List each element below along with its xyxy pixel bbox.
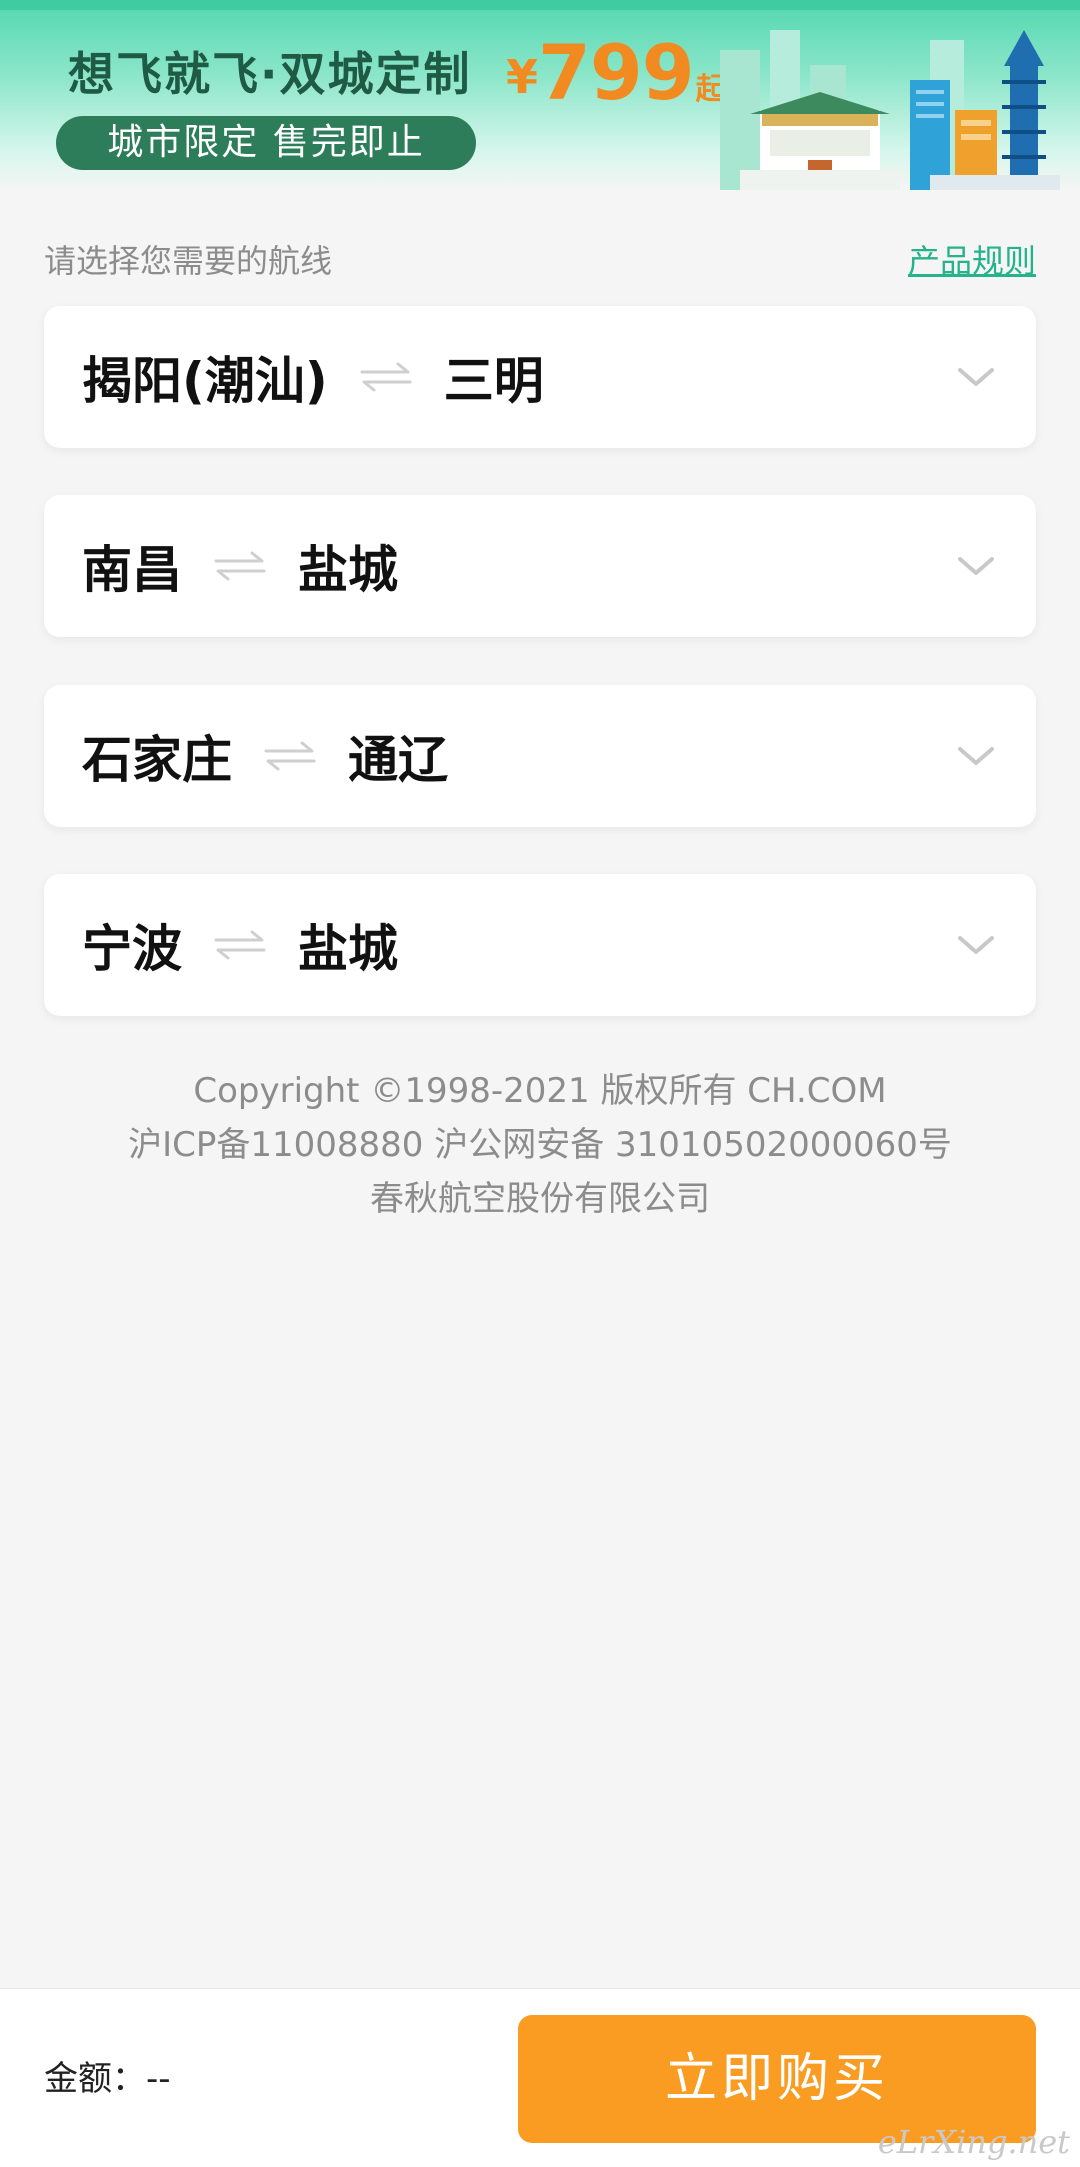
route-destination: 三明 — [443, 352, 544, 410]
chevron-down-icon[interactable] — [956, 364, 996, 390]
amount-value: -- — [146, 2059, 171, 2099]
company-name: 春秋航空股份有限公司 — [370, 1179, 710, 1219]
banner-pill: 城市限定 售完即止 — [56, 116, 476, 170]
promo-banner[interactable]: 想飞就飞·双城定制 ¥799起 城市限定 售完即止 — [0, 0, 1080, 190]
copyright-footer: Copyright ©1998-2021 版权所有 CH.COM 沪ICP备11… — [0, 1064, 1080, 1226]
swap-arrows-icon — [360, 362, 412, 392]
price-value: 799 — [538, 28, 695, 117]
route-card[interactable]: 石家庄 通辽 — [44, 685, 1036, 827]
route-origin: 揭阳(潮汕) — [82, 352, 328, 410]
icp-line: 沪ICP备11008880 沪公网安备 31010502000060号 — [128, 1125, 952, 1165]
page: 想飞就飞·双城定制 ¥799起 城市限定 售完即止 请选择您需要的航线 产品规则… — [0, 0, 1080, 2167]
route-select-hint: 请选择您需要的航线 — [44, 242, 333, 280]
route-origin: 石家庄 — [82, 731, 232, 789]
banner-title: 想飞就飞·双城定制 — [68, 47, 472, 101]
product-rules-link[interactable]: 产品规则 — [908, 236, 1036, 282]
copyright-line: Copyright ©1998-2021 版权所有 CH.COM — [193, 1071, 887, 1111]
watermark: eLrXing.net — [877, 2123, 1070, 2161]
chevron-down-icon[interactable] — [956, 932, 996, 958]
amount-display: 金额：-- — [44, 2051, 171, 2100]
swap-arrows-icon — [264, 741, 316, 771]
route-destination: 盐城 — [298, 541, 398, 599]
route-card[interactable]: 宁波 盐城 — [44, 874, 1036, 1016]
route-destination: 通辽 — [348, 731, 448, 789]
route-card[interactable]: 揭阳(潮汕) 三明 — [44, 306, 1036, 448]
route-destination: 盐城 — [298, 920, 398, 978]
amount-label: 金额： — [44, 2059, 146, 2099]
swap-arrows-icon — [214, 930, 266, 960]
route-origin: 南昌 — [82, 541, 182, 599]
price-currency: ¥ — [506, 50, 539, 104]
chevron-down-icon[interactable] — [956, 553, 996, 579]
bottom-bar: 金额：-- 立即购买 eLrXing.net — [0, 1988, 1080, 2167]
banner-top-strip — [0, 0, 1080, 10]
chevron-down-icon[interactable] — [956, 743, 996, 769]
banner-price: ¥799起 — [506, 28, 726, 117]
swap-arrows-icon — [214, 551, 266, 581]
route-origin: 宁波 — [82, 920, 182, 978]
route-card[interactable]: 南昌 盐城 — [44, 495, 1036, 637]
city-skyline-illustration — [720, 30, 1060, 190]
